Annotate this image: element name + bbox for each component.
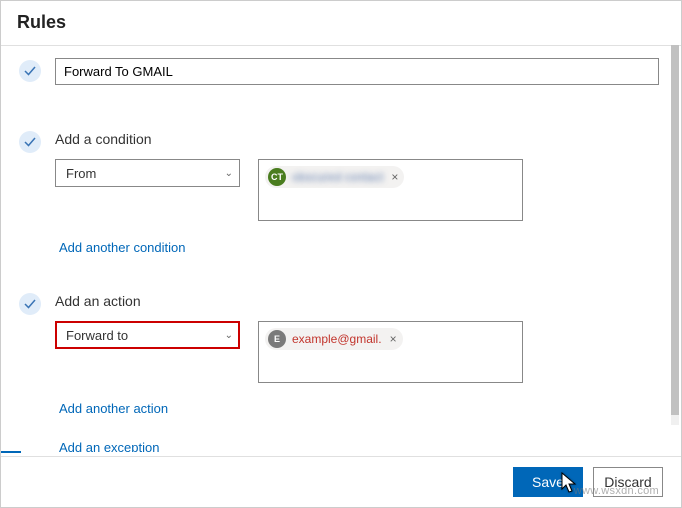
scrollbar[interactable] — [671, 45, 679, 425]
discard-button[interactable]: Discard — [593, 467, 663, 497]
condition-select-value: From — [66, 166, 96, 181]
action-row: Add an action Forward to ⌄ E example@gma… — [19, 291, 671, 452]
rule-name-row — [19, 58, 671, 85]
action-title: Add an action — [55, 293, 659, 309]
condition-title: Add a condition — [55, 131, 659, 147]
condition-select[interactable]: From ⌄ — [55, 159, 240, 187]
remove-chip-icon[interactable]: × — [390, 332, 397, 346]
close-icon[interactable] — [653, 11, 665, 33]
add-exception-link[interactable]: Add an exception — [59, 440, 659, 452]
dialog-footer: Save Discard — [1, 456, 681, 507]
action-select-value: Forward to — [66, 328, 128, 343]
chip-label: obscured contact — [292, 170, 383, 184]
contact-chip[interactable]: CT obscured contact × — [265, 166, 404, 188]
condition-row: Add a condition From ⌄ CT obscured conta… — [19, 129, 671, 283]
add-action-link[interactable]: Add another action — [59, 401, 659, 416]
scrollbar-thumb[interactable] — [671, 45, 679, 415]
check-icon — [19, 131, 41, 153]
rule-name-input[interactable] — [55, 58, 659, 85]
progress-accent — [1, 451, 21, 453]
action-value-box[interactable]: E example@gmail. × — [258, 321, 523, 383]
chevron-down-icon: ⌄ — [225, 330, 233, 341]
check-icon — [19, 293, 41, 315]
chip-label: example@gmail. — [292, 332, 382, 346]
save-button[interactable]: Save — [513, 467, 583, 497]
email-chip[interactable]: E example@gmail. × — [265, 328, 403, 350]
dialog-title: Rules — [17, 12, 66, 33]
avatar: E — [268, 330, 286, 348]
avatar: CT — [268, 168, 286, 186]
add-condition-link[interactable]: Add another condition — [59, 240, 185, 255]
dialog-body: Add a condition From ⌄ CT obscured conta… — [1, 46, 681, 452]
check-icon — [19, 60, 41, 82]
chevron-down-icon: ⌄ — [225, 168, 233, 179]
condition-value-box[interactable]: CT obscured contact × — [258, 159, 523, 221]
action-select[interactable]: Forward to ⌄ — [55, 321, 240, 349]
dialog-header: Rules — [1, 1, 681, 46]
remove-chip-icon[interactable]: × — [391, 170, 398, 184]
